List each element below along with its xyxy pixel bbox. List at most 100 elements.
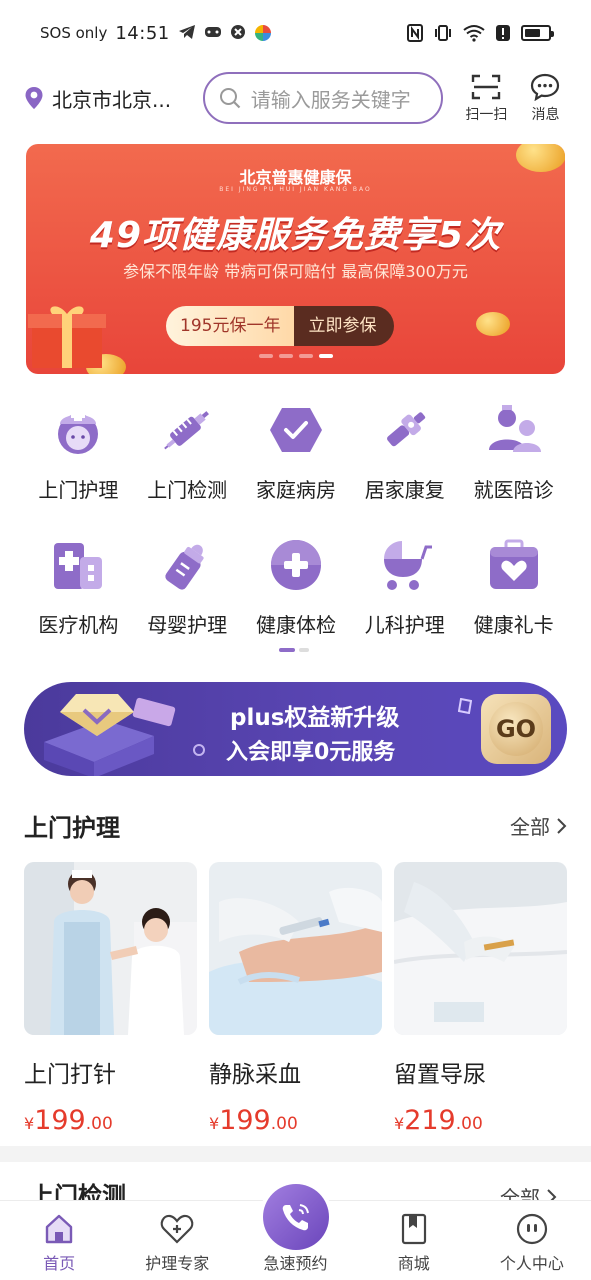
service-price: ¥ 199 .00: [24, 1105, 197, 1136]
tab-home[interactable]: 首页: [0, 1201, 118, 1280]
go-button[interactable]: GO: [481, 694, 551, 764]
service-card-list: 上门打针 ¥ 199 .00 静脉采血 ¥ 199 .00 留置导尿 ¥ 219…: [24, 862, 568, 1136]
battery-fill: [525, 29, 540, 37]
section-title: 上门护理: [24, 814, 120, 842]
service-maternal-care[interactable]: 母婴护理: [133, 535, 242, 638]
service-label: 居家康复: [364, 478, 445, 502]
view-all-link[interactable]: 全部: [510, 811, 568, 840]
cta-price: 195元保一年: [166, 306, 295, 346]
location-text: 北京市北京...: [52, 87, 172, 112]
tab-experts[interactable]: 护理专家: [118, 1201, 236, 1280]
tab-home-label: 首页: [43, 1254, 76, 1273]
service-medical-institution[interactable]: 医疗机构: [24, 535, 133, 638]
diamond-gift-icon: [44, 694, 205, 776]
carousel-dot[interactable]: [258, 354, 273, 358]
search-placeholder: 请输入服务关键字: [250, 87, 411, 112]
message-button[interactable]: 消息: [522, 73, 569, 124]
service-label: 母婴护理: [147, 613, 228, 637]
banner-brand: 北京普惠健康保: [239, 168, 352, 187]
quick-booking-button[interactable]: [259, 1180, 333, 1254]
hospital-icon: [48, 535, 108, 595]
carousel-dot[interactable]: [318, 354, 333, 358]
location-selector[interactable]: 北京市北京...: [24, 84, 193, 113]
plus-line2: 入会即享0元服务: [226, 740, 396, 765]
service-label: 就医陪诊: [473, 478, 554, 502]
service-name: 静脉采血: [209, 1062, 301, 1088]
catheter-photo: [394, 862, 567, 1035]
gift-card-icon: [484, 535, 544, 595]
carousel-dot[interactable]: [278, 354, 293, 358]
service-home-nursing[interactable]: 上门护理: [24, 400, 133, 503]
service-label: 家庭病房: [255, 478, 336, 502]
go-label: GO: [489, 702, 543, 756]
price-integer: 199: [219, 1105, 271, 1136]
price-integer: 219: [404, 1105, 456, 1136]
tab-mall[interactable]: 商城: [355, 1201, 473, 1280]
currency-symbol: ¥: [209, 1114, 220, 1133]
service-label: 健康体检: [255, 613, 336, 637]
service-card[interactable]: 上门打针 ¥ 199 .00: [24, 862, 197, 1136]
carousel-indicator: [26, 354, 565, 358]
service-home-testing[interactable]: 上门检测: [133, 400, 242, 503]
battery-icon: [521, 25, 554, 41]
game-icon: [204, 27, 221, 37]
shield-x-icon: [230, 25, 245, 39]
service-family-ward[interactable]: 家庭病房: [242, 400, 351, 503]
tab-mall-label: 商城: [397, 1254, 430, 1273]
service-label: 儿科护理: [364, 613, 445, 637]
service-price: ¥ 219 .00: [394, 1105, 567, 1136]
service-health-gift-card[interactable]: 健康礼卡: [459, 535, 568, 638]
phone-call-icon: [282, 1204, 309, 1231]
carousel-dot[interactable]: [298, 354, 313, 358]
rehab-icon: [375, 400, 435, 460]
message-label: 消息: [531, 106, 560, 123]
tab-profile-label: 个人中心: [499, 1254, 564, 1273]
scan-icon: [472, 74, 501, 99]
service-card[interactable]: 静脉采血 ¥ 199 .00: [209, 862, 382, 1136]
nurse-icon: [48, 400, 108, 460]
tab-profile[interactable]: 个人中心: [473, 1201, 591, 1280]
service-label: 上门检测: [147, 478, 228, 502]
shield-check-icon: [266, 400, 326, 460]
syringe-icon: [157, 400, 217, 460]
telegram-icon: [178, 25, 195, 39]
carrier-text: SOS only: [40, 24, 108, 42]
section-divider: [0, 1146, 591, 1162]
scan-button[interactable]: 扫一扫: [463, 73, 510, 124]
escort-icon: [484, 400, 544, 460]
chevron-right-icon: [557, 817, 567, 834]
service-label: 医疗机构: [38, 613, 119, 637]
banner-cta-button[interactable]: 195元保一年 立即参保: [166, 306, 395, 346]
service-card[interactable]: 留置导尿 ¥ 219 .00: [394, 862, 567, 1136]
alert-icon: [496, 25, 510, 41]
grid-page-indicator: [279, 648, 309, 652]
service-grid: 上门护理 上门检测 家庭病房 居家康复 就医陪诊 医疗机构 母婴护理 健康体检 …: [24, 400, 568, 638]
injection-photo: [24, 862, 197, 1035]
baby-bottle-icon: [157, 535, 217, 595]
vibrate-icon: [435, 25, 451, 41]
plus-membership-banner[interactable]: plus权益新升级 入会即享0元服务 GO: [24, 682, 567, 776]
search-input[interactable]: 请输入服务关键字: [202, 72, 443, 124]
service-health-checkup[interactable]: 健康体检: [242, 535, 351, 638]
status-bar: SOS only 14:51: [0, 0, 591, 66]
view-all-label: 全部: [510, 815, 550, 839]
price-decimal: .00: [270, 1114, 298, 1134]
user-face-icon: [516, 1213, 548, 1245]
promo-banner[interactable]: 北京普惠健康保 BEI JING PU HUI JIAN KANG BAO 49…: [26, 144, 565, 374]
nfc-icon: [407, 24, 423, 42]
book-icon: [401, 1213, 426, 1245]
banner-subtitle: 参保不限年龄 带病可保可赔付 最高保障300万元: [123, 262, 468, 281]
service-pediatric-care[interactable]: 儿科护理: [350, 535, 459, 638]
tab-experts-label: 护理专家: [145, 1254, 210, 1273]
location-pin-icon: [25, 87, 43, 109]
banner-brand-pinyin: BEI JING PU HUI JIAN KANG BAO: [219, 186, 372, 193]
app-pinwheel-icon: [254, 25, 271, 41]
service-home-rehab[interactable]: 居家康复: [350, 400, 459, 503]
search-icon: [219, 88, 241, 109]
header: 北京市北京... 请输入服务关键字 扫一扫 消息: [0, 66, 591, 130]
service-price: ¥ 199 .00: [209, 1105, 382, 1136]
service-name: 上门打针: [24, 1062, 116, 1088]
cta-action: 立即参保: [294, 306, 395, 346]
service-medical-escort[interactable]: 就医陪诊: [459, 400, 568, 503]
sparkle-icon: [458, 698, 472, 714]
